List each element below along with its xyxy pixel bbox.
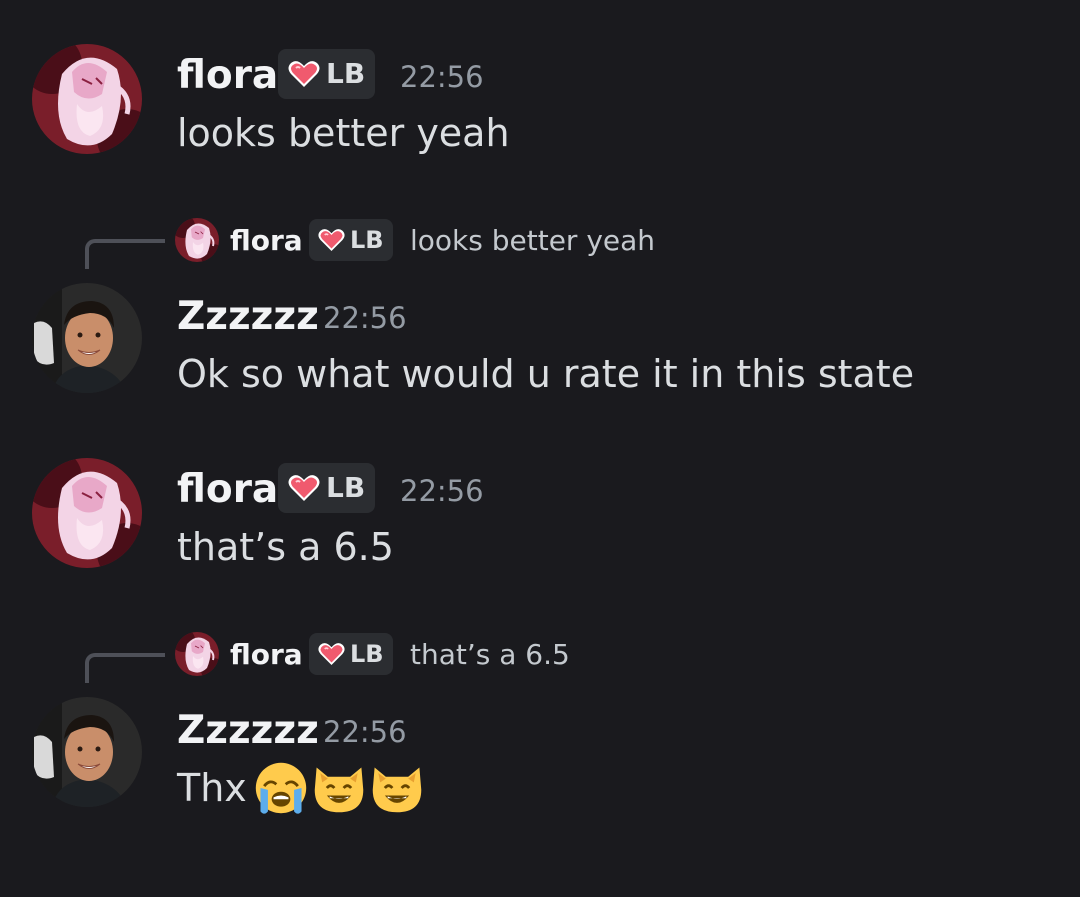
crying-face-emoji[interactable] — [253, 760, 309, 816]
timestamp: 22:56 — [323, 715, 407, 749]
tag-label: LB — [350, 640, 384, 668]
message-text: Thx — [177, 766, 247, 810]
tag-label: LB — [326, 471, 366, 504]
guild-tag[interactable]: LB — [278, 49, 376, 99]
reply-author[interactable]: flora — [230, 641, 303, 669]
tag-label: LB — [326, 57, 366, 90]
heart-icon — [288, 60, 320, 88]
grinning-cat-emoji[interactable] — [369, 760, 425, 816]
reply-preview[interactable]: looks better yeah — [410, 227, 655, 255]
message-content: Thx — [177, 760, 425, 816]
author-name[interactable]: flora — [177, 470, 278, 509]
anime-avatar-icon[interactable] — [175, 632, 219, 676]
heart-icon — [318, 642, 345, 666]
reply-connector — [85, 653, 165, 683]
message-text: Ok so what would u rate it in this state — [177, 352, 915, 396]
heart-icon — [288, 474, 320, 502]
reply-connector — [85, 239, 165, 269]
chat-view: flora LB 22:56 looks better yeah flora L… — [0, 0, 1080, 897]
guild-tag[interactable]: LB — [278, 463, 376, 513]
message-text: that’s a 6.5 — [177, 525, 394, 569]
timestamp: 22:56 — [400, 474, 484, 508]
author-name[interactable]: flora — [177, 56, 278, 95]
anime-avatar-icon[interactable] — [32, 44, 142, 154]
timestamp: 22:56 — [323, 301, 407, 335]
timestamp: 22:56 — [400, 60, 484, 94]
guild-tag[interactable]: LB — [309, 219, 393, 261]
message-text: looks better yeah — [177, 111, 510, 155]
tag-label: LB — [350, 226, 384, 254]
person-avatar-icon[interactable] — [32, 283, 142, 393]
guild-tag[interactable]: LB — [309, 633, 393, 675]
reply-author[interactable]: flora — [230, 227, 303, 255]
author-name[interactable]: Zzzzzz — [177, 711, 319, 750]
person-avatar-icon[interactable] — [32, 697, 142, 807]
heart-icon — [318, 228, 345, 252]
anime-avatar-icon[interactable] — [175, 218, 219, 262]
reply-preview[interactable]: that’s a 6.5 — [410, 641, 570, 669]
grinning-cat-emoji[interactable] — [311, 760, 367, 816]
emoji-row — [253, 760, 425, 816]
anime-avatar-icon[interactable] — [32, 458, 142, 568]
author-name[interactable]: Zzzzzz — [177, 297, 319, 336]
